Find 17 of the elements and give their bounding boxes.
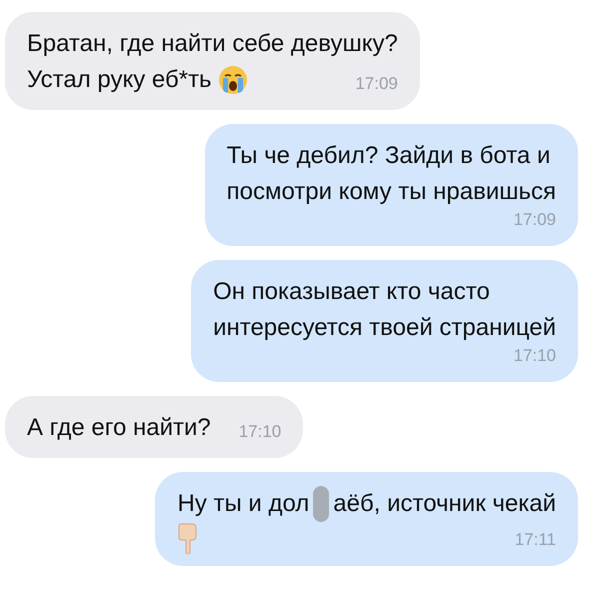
message-time: 17:11 xyxy=(514,529,556,551)
message-text: Устал руку еб*ть xyxy=(27,65,212,95)
message-time: 17:09 xyxy=(354,73,398,95)
message-time: 17:10 xyxy=(512,345,556,367)
message-time: 17:10 xyxy=(238,421,282,443)
message-text: Ты че дебил? Зайди в бота и xyxy=(226,141,550,171)
crying-face-icon xyxy=(218,65,248,95)
message-time: 17:09 xyxy=(512,209,556,231)
message-text: Братан, где найти себе девушку? xyxy=(27,29,398,59)
message-text: аёб, источник чекай xyxy=(333,489,556,519)
censor-bar xyxy=(313,486,330,522)
pointing-down-hand-icon xyxy=(177,522,200,554)
message-text: Ну ты и дол xyxy=(177,489,310,519)
message-text: посмотри кому ты нравишься xyxy=(226,177,556,207)
message-text: А где его найти? xyxy=(27,413,211,443)
message-text: Он показывает кто часто xyxy=(213,277,490,307)
message-text: интересуется твоей страницей xyxy=(213,313,556,343)
